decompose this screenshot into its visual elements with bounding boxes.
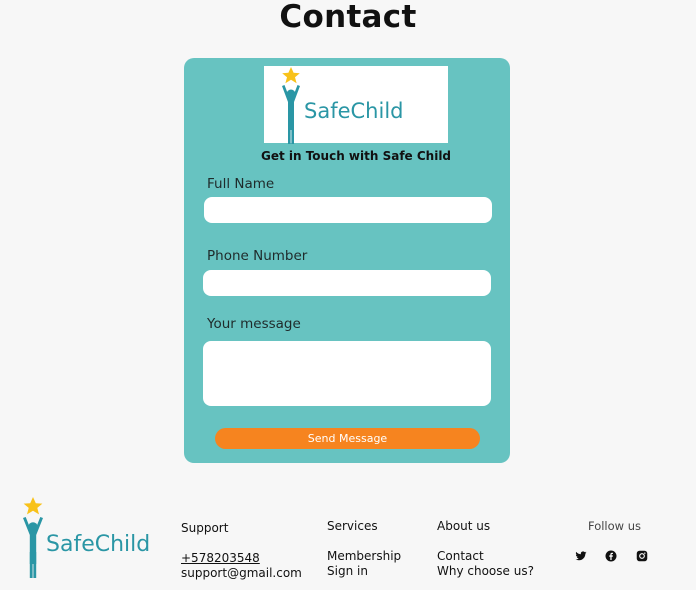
footer-brand-name: SafeChild — [46, 532, 151, 557]
page-title: Contact — [279, 0, 417, 35]
brand-name: SafeChild — [304, 99, 404, 123]
footer-link-contact[interactable]: Contact — [437, 549, 484, 564]
footer-services-heading: Services — [327, 519, 378, 533]
footer-support-phone[interactable]: +578203548 — [181, 551, 260, 566]
footer-link-sign-in[interactable]: Sign in — [327, 564, 368, 579]
phone-number-label: Phone Number — [207, 248, 308, 264]
brand-logo: SafeChild — [264, 66, 448, 144]
footer-link-why-choose-us[interactable]: Why choose us? — [437, 564, 534, 579]
full-name-label: Full Name — [207, 176, 275, 192]
facebook-icon[interactable] — [605, 550, 617, 562]
contact-card: SafeChild Get in Touch with Safe Child F… — [184, 58, 510, 463]
logo-figure-icon — [23, 497, 43, 578]
footer-about-heading: About us — [437, 519, 491, 533]
logo-figure-icon — [282, 67, 300, 144]
instagram-icon[interactable] — [636, 550, 648, 562]
message-label: Your message — [207, 316, 301, 332]
footer-support-email[interactable]: support@gmail.com — [181, 566, 302, 581]
footer-follow-heading: Follow us — [588, 519, 642, 533]
footer-logo: SafeChild — [20, 496, 165, 581]
phone-number-input[interactable] — [203, 270, 491, 296]
card-heading: Get in Touch with Safe Child — [260, 149, 452, 163]
message-textarea[interactable] — [203, 341, 491, 406]
twitter-icon[interactable] — [575, 550, 587, 562]
send-message-button[interactable]: Send Message — [215, 428, 480, 449]
full-name-input[interactable] — [204, 197, 492, 223]
footer-support-heading: Support — [181, 521, 229, 535]
footer-link-membership[interactable]: Membership — [327, 549, 401, 564]
